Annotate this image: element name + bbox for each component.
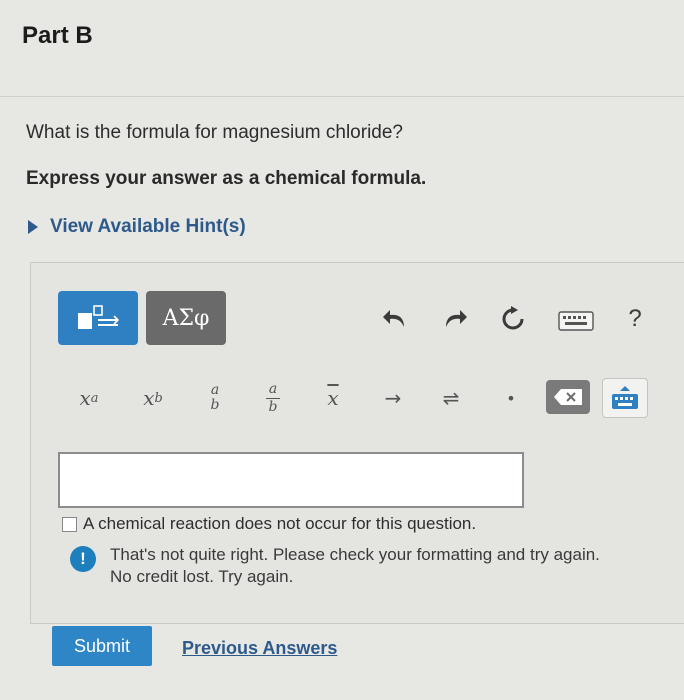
stack-bottom: b (210, 397, 220, 413)
feedback-line-2: No credit lost. Try again. (110, 567, 294, 586)
no-reaction-option[interactable]: A chemical reaction does not occur for t… (62, 514, 476, 534)
subscript-button[interactable]: xb (130, 378, 176, 418)
submit-button[interactable]: Submit (52, 626, 152, 666)
templates-icon (78, 305, 120, 329)
subscript-sub: b (154, 390, 163, 406)
templates-button[interactable] (58, 291, 138, 345)
redo-icon[interactable] (438, 302, 472, 336)
question-instruction: Express your answer as a chemical formul… (26, 168, 427, 189)
greek-symbols-button[interactable]: ΑΣφ (146, 291, 226, 345)
superscript-exp: a (90, 390, 99, 406)
answer-input[interactable] (58, 452, 524, 508)
equilibrium-arrow-button[interactable]: ⇌ (428, 378, 474, 418)
stack-top: a (210, 382, 220, 398)
alert-icon: ! (70, 546, 96, 572)
keyboard-shortcuts-icon[interactable] (556, 308, 596, 334)
superscript-base: x (79, 386, 91, 410)
overline-x: x (327, 386, 339, 410)
superscript-button[interactable]: xa (66, 378, 112, 418)
expand-triangle-icon (28, 220, 38, 234)
question-text: What is the formula for magnesium chlori… (26, 122, 403, 143)
no-reaction-checkbox[interactable] (62, 516, 77, 532)
fraction-numerator: a (268, 380, 278, 397)
subscript-base: x (143, 386, 155, 410)
fraction-denominator: b (268, 398, 278, 415)
divider (0, 96, 684, 97)
feedback-line-1: That's not quite right. Please check you… (110, 545, 600, 564)
fraction-button[interactable]: a b (250, 378, 296, 418)
keyboard-icon (612, 386, 638, 409)
feedback-message: ! That's not quite right. Please check y… (70, 544, 670, 588)
view-hints-label: View Available Hint(s) (50, 216, 246, 237)
dot-button[interactable]: • (488, 378, 534, 418)
overline-button[interactable]: x (310, 378, 356, 418)
view-hints-link[interactable]: View Available Hint(s) (28, 216, 246, 238)
previous-answers-link[interactable]: Previous Answers (182, 638, 337, 659)
keyboard-button[interactable] (602, 378, 648, 418)
no-reaction-label: A chemical reaction does not occur for t… (83, 514, 477, 533)
reset-icon[interactable] (496, 302, 530, 336)
backspace-icon (554, 389, 582, 405)
reaction-arrow-button[interactable]: → (370, 378, 416, 418)
part-title: Part B (22, 22, 93, 49)
stacked-fraction-button[interactable]: a b (192, 378, 238, 418)
undo-icon[interactable] (378, 302, 412, 336)
help-icon[interactable]: ? (620, 302, 650, 336)
delete-button[interactable] (546, 380, 590, 414)
